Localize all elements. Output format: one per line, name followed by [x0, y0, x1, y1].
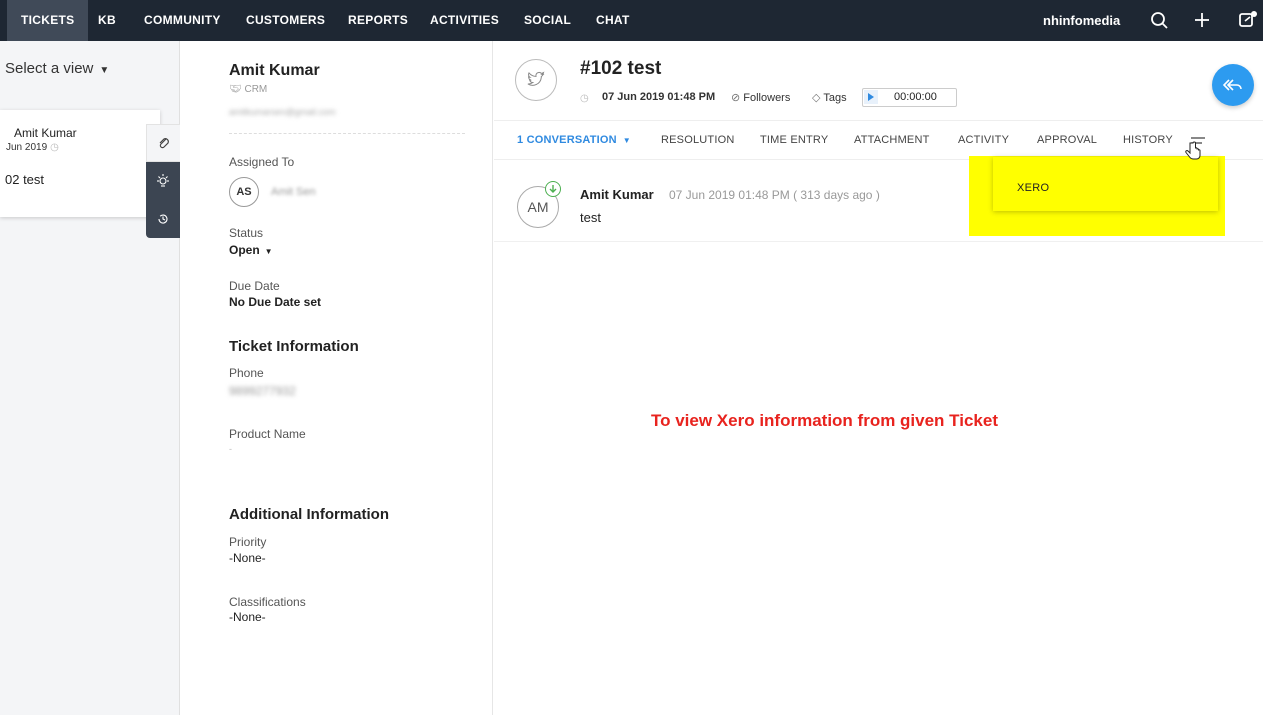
portal-name[interactable]: nhinfomedia — [1043, 0, 1120, 41]
side-tab-insights[interactable] — [146, 162, 180, 200]
assignee-name[interactable]: Amit Sen — [271, 186, 316, 198]
history-icon — [158, 214, 168, 224]
status-value: Open — [229, 243, 260, 257]
external-icon[interactable] — [1236, 8, 1260, 32]
additional-information-heading: Additional Information — [229, 506, 389, 523]
search-icon[interactable] — [1147, 8, 1171, 32]
ticket-card-subject: 02 test — [5, 172, 45, 187]
tab-resolution[interactable]: RESOLUTION — [661, 134, 735, 146]
select-view-label: Select a view — [5, 60, 94, 77]
tab-activity[interactable]: ACTIVITY — [958, 134, 1009, 146]
tab-conversation-label: 1 CONVERSATION — [517, 134, 617, 146]
due-date-label: Due Date — [229, 279, 280, 293]
tab-approval[interactable]: APPROVAL — [1037, 134, 1097, 146]
status-dropdown[interactable]: Open ▼ — [229, 243, 273, 257]
side-tab-strip — [146, 124, 180, 240]
handshake-icon: 🤝︎ — [229, 84, 245, 95]
nav-tab-chat[interactable]: CHAT — [596, 0, 630, 41]
tab-attachment[interactable]: ATTACHMENT — [854, 134, 930, 146]
phone-label: Phone — [229, 366, 264, 380]
product-name-value[interactable]: - — [229, 444, 232, 454]
assignee-avatar: AS — [229, 177, 259, 207]
chevron-down-icon: ▼ — [264, 247, 273, 256]
reply-button[interactable] — [1212, 64, 1254, 106]
tab-history[interactable]: HISTORY — [1123, 134, 1173, 146]
contact-source: 🤝︎ CRM — [229, 84, 267, 95]
tags-label: Tags — [823, 92, 847, 104]
nav-tab-social[interactable]: SOCIAL — [524, 0, 571, 41]
top-navigation-bar: TICKETS KB COMMUNITY CUSTOMERS REPORTS A… — [0, 0, 1263, 41]
tab-conversation[interactable]: 1 CONVERSATION ▼ — [517, 134, 631, 146]
side-tab-history[interactable] — [146, 200, 180, 238]
ticket-title: #102 test — [580, 58, 662, 79]
nav-tab-activities[interactable]: ACTIVITIES — [430, 0, 499, 41]
twitter-icon — [527, 71, 545, 86]
incoming-badge-icon — [545, 181, 561, 197]
conversation-date: 07 Jun 2019 01:48 PM ( 313 days ago ) — [669, 188, 880, 202]
followers-label: Followers — [743, 92, 791, 104]
divider — [229, 133, 465, 134]
nav-tab-reports[interactable]: REPORTS — [348, 0, 408, 41]
ticket-card-contact: Amit Kumar — [14, 126, 77, 140]
ticket-information-heading: Ticket Information — [229, 338, 359, 355]
clock-icon: ◷ — [580, 93, 589, 104]
contact-source-label: CRM — [244, 84, 268, 95]
tags-button[interactable]: ◇ Tags — [812, 91, 847, 104]
priority-value[interactable]: -None- — [229, 551, 266, 565]
nav-tab-kb[interactable]: KB — [98, 0, 116, 41]
assigned-to-label: Assigned To — [229, 155, 295, 169]
conversation-text: test — [580, 210, 601, 225]
plus-icon[interactable] — [1190, 8, 1214, 32]
check-circle-icon: ⊘ — [731, 92, 744, 104]
classifications-label: Classifications — [229, 595, 306, 609]
play-icon[interactable] — [864, 90, 878, 104]
due-date-value[interactable]: No Due Date set — [229, 295, 321, 309]
chevron-down-icon: ▼ — [622, 136, 631, 145]
channel-badge — [515, 59, 557, 101]
side-tab-attachments[interactable] — [146, 124, 180, 162]
select-view-dropdown[interactable]: Select a view ▼ — [5, 60, 109, 77]
tag-icon: ◇ — [812, 92, 824, 104]
followers-button[interactable]: ⊘ Followers — [731, 91, 790, 104]
ticket-card-date-text: Jun 2019 — [6, 142, 48, 153]
paperclip-icon — [159, 138, 169, 149]
ticket-card-date: Jun 2019 ◷ — [6, 142, 59, 153]
conversation-author: Amit Kumar — [580, 187, 654, 202]
tab-time-entry[interactable]: TIME ENTRY — [760, 134, 828, 146]
menu-item-xero[interactable]: XERO — [1017, 182, 1049, 194]
nav-tab-tickets[interactable]: TICKETS — [7, 0, 89, 41]
ticket-details-panel — [180, 41, 493, 715]
priority-label: Priority — [229, 535, 267, 549]
classifications-value[interactable]: -None- — [229, 610, 266, 624]
annotation-text: To view Xero information from given Tick… — [651, 411, 998, 430]
nav-tab-customers[interactable]: CUSTOMERS — [246, 0, 325, 41]
phone-value[interactable]: 9899277932 — [229, 384, 296, 398]
timer-value: 00:00:00 — [894, 91, 937, 103]
ticket-date: 07 Jun 2019 01:48 PM — [602, 91, 716, 103]
nav-tab-community[interactable]: COMMUNITY — [144, 0, 221, 41]
clock-icon: ◷ — [50, 142, 59, 153]
chevron-down-icon: ▼ — [99, 65, 110, 76]
contact-email: amitkumarsen@gmail.com — [229, 107, 336, 117]
contact-name[interactable]: Amit Kumar — [229, 62, 320, 80]
reply-all-icon — [1223, 79, 1242, 91]
product-name-label: Product Name — [229, 427, 306, 441]
status-label: Status — [229, 226, 264, 240]
hand-cursor-icon — [1185, 141, 1201, 160]
bulb-icon — [157, 174, 169, 187]
